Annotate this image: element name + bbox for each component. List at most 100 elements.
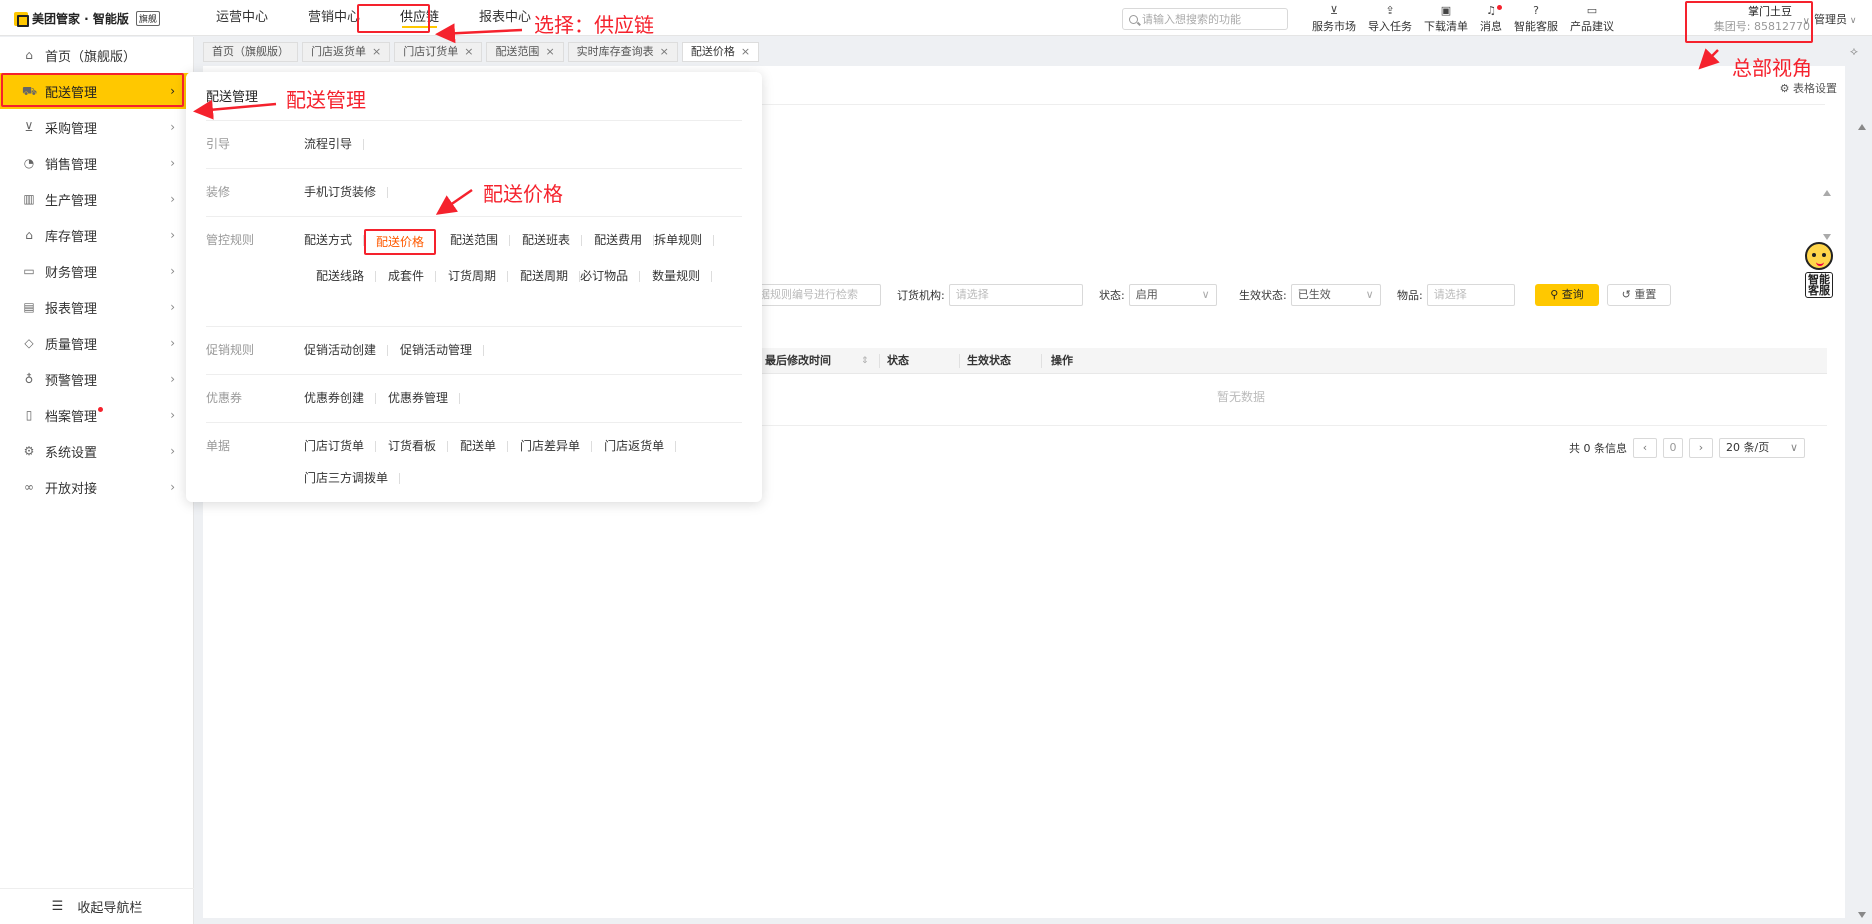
link-delivery-range[interactable]: 配送范围: [438, 229, 511, 255]
user-menu[interactable]: 管理员 ∨: [1814, 11, 1856, 27]
close-icon[interactable]: ×: [545, 43, 554, 61]
link-delivery-note[interactable]: 配送单: [448, 435, 509, 457]
sidebar-item-purchase[interactable]: ⊻ 采购管理 ›: [0, 109, 193, 145]
sidebar-item-sales[interactable]: ◔ 销售管理 ›: [0, 145, 193, 181]
column-effect-status: 生效状态: [967, 354, 1011, 367]
sidebar-item-open-api[interactable]: ∞ 开放对接 ›: [0, 469, 193, 505]
tab-delivery-price[interactable]: 配送价格 ×: [681, 42, 760, 62]
scroll-up-icon[interactable]: [1823, 190, 1831, 196]
link-coupon-create[interactable]: 优惠券创建: [304, 387, 377, 409]
keyword-input[interactable]: 根据规则编号进行检索: [741, 284, 881, 306]
sidebar-item-inventory[interactable]: ⌂ 库存管理 ›: [0, 217, 193, 253]
status-filter-label: 状态:: [1099, 289, 1125, 302]
sidebar-item-production[interactable]: ▥ 生产管理 ›: [0, 181, 193, 217]
page-scroll-up-icon[interactable]: [1858, 124, 1866, 130]
sale-icon: ◔: [23, 156, 35, 170]
function-search-input[interactable]: 请输入想搜索的功能: [1122, 8, 1288, 30]
page-number[interactable]: 0: [1663, 438, 1683, 458]
import-tasks-button[interactable]: ⇪ 导入任务: [1362, 4, 1418, 34]
annotation-box-hq-view: [1685, 1, 1813, 43]
sort-icon[interactable]: ⇕: [861, 348, 869, 374]
tab-delivery-range[interactable]: 配送范围 ×: [486, 42, 564, 62]
chevron-right-icon: ›: [170, 336, 175, 350]
link-store-return[interactable]: 门店返货单: [592, 435, 677, 457]
link-store-transfer[interactable]: 门店三方调拨单: [304, 467, 401, 489]
link-quantity-rules[interactable]: 数量规则: [640, 265, 713, 287]
table-settings-button[interactable]: ⚙ 表格设置: [1780, 80, 1837, 96]
collapse-nav-button[interactable]: ☰ 收起导航栏: [0, 888, 194, 924]
flyout-section-rules: 管控规则 配送方式 配送价格 配送范围 配送班表 配送费用 拆单规则 配送线路 …: [206, 216, 742, 326]
mascot-icon: [1805, 242, 1833, 270]
close-icon[interactable]: ×: [464, 43, 473, 61]
page-size-select[interactable]: 20 条/页 ∨: [1719, 438, 1805, 458]
keyword-filter: 根据规则编号进行检索: [741, 284, 881, 306]
link-delivery-schedule[interactable]: 配送班表: [510, 229, 583, 255]
sidebar-item-home[interactable]: ⌂ 首页（旗舰版）: [0, 37, 193, 73]
top-bar: 美团管家 · 智能版 旗舰 运营中心 营销中心 供应链 报表中心 请输入想搜索的…: [0, 0, 1872, 36]
pin-icon[interactable]: ⟡: [1844, 44, 1864, 62]
sidebar-item-reports[interactable]: ▤ 报表管理 ›: [0, 289, 193, 325]
service-market-button[interactable]: ⊻ 服务市场: [1306, 4, 1362, 34]
link-coupon-manage[interactable]: 优惠券管理: [376, 387, 461, 409]
link-flow-guide[interactable]: 流程引导: [304, 133, 365, 155]
close-icon[interactable]: ×: [660, 43, 669, 61]
tab-store-order[interactable]: 门店订货单 ×: [394, 42, 483, 62]
product-feedback-button[interactable]: ▭ 产品建议: [1564, 4, 1620, 34]
item-select[interactable]: 请选择: [1426, 284, 1515, 306]
effect-status-filter: 生效状态: 已生效 ∨: [1239, 284, 1381, 306]
link-promo-manage[interactable]: 促销活动管理: [388, 339, 485, 361]
smart-support-button[interactable]: ? 智能客服: [1508, 4, 1564, 34]
chevron-down-icon: ∨: [1365, 288, 1374, 301]
brand-name: 美团管家 · 智能版: [32, 12, 129, 26]
tab-realtime-stock[interactable]: 实时库存查询表 ×: [567, 42, 678, 62]
column-divider: [959, 354, 960, 368]
page-scroll-down-icon[interactable]: [1858, 912, 1866, 918]
sidebar-item-quality[interactable]: ◇ 质量管理 ›: [0, 325, 193, 361]
cart-icon: ⊻: [24, 120, 34, 134]
link-mobile-decoration[interactable]: 手机订货装修: [304, 181, 389, 203]
link-store-order[interactable]: 门店订货单: [304, 435, 377, 457]
annotation-delivery-price: 配送价格: [483, 182, 563, 206]
link-required-items[interactable]: 必订物品: [580, 265, 641, 287]
reset-button[interactable]: ↺ 重置: [1607, 284, 1671, 306]
smart-assistant-button[interactable]: 智能客服: [1805, 242, 1833, 310]
link-delivery-cycle[interactable]: 配送周期: [508, 265, 581, 287]
cart-icon: ⊻: [1329, 4, 1339, 17]
close-icon[interactable]: ×: [741, 43, 750, 61]
link-kit[interactable]: 成套件: [376, 265, 437, 287]
sidebar-item-archives[interactable]: ▯ 档案管理 ›: [0, 397, 193, 433]
column-last-modified[interactable]: 最后修改时间: [765, 348, 831, 374]
query-button[interactable]: ⚲ 查询: [1535, 284, 1599, 306]
total-count: 共 0 条信息: [1569, 442, 1627, 455]
sidebar-item-alerts[interactable]: ♁ 预警管理 ›: [0, 361, 193, 397]
org-select[interactable]: 请选择: [948, 284, 1083, 306]
brand-logo[interactable]: 美团管家 · 智能版 旗舰: [14, 10, 160, 27]
link-store-variance[interactable]: 门店差异单: [508, 435, 593, 457]
tab-home[interactable]: 首页（旗舰版）: [203, 42, 298, 62]
org-filter: 订货机构: 请选择: [897, 284, 1083, 306]
wallet-icon: ▭: [23, 264, 35, 278]
link-delivery-fee[interactable]: 配送费用: [582, 229, 655, 255]
tab-store-return[interactable]: 门店返货单 ×: [302, 42, 391, 62]
messages-button[interactable]: ♫ 消息: [1474, 4, 1508, 34]
link-delivery-price[interactable]: 配送价格: [364, 229, 437, 255]
scroll-down-icon[interactable]: [1823, 234, 1831, 240]
download-list-button[interactable]: ▣ 下载清单: [1418, 4, 1474, 34]
sidebar-item-settings[interactable]: ⚙ 系统设置 ›: [0, 433, 193, 469]
top-nav-operations[interactable]: 运营中心: [196, 0, 288, 36]
effect-status-select[interactable]: 已生效 ∨: [1290, 284, 1381, 306]
header-tools: ⊻ 服务市场 ⇪ 导入任务 ▣ 下载清单 ♫ 消息 ? 智能客服 ▭ 产品建议: [1306, 4, 1620, 34]
prev-page-button[interactable]: ‹: [1633, 438, 1657, 458]
link-delivery-route[interactable]: 配送线路: [304, 265, 377, 287]
help-icon: ?: [1533, 4, 1539, 17]
item-filter: 物品: 请选择: [1397, 284, 1515, 306]
link-promo-create[interactable]: 促销活动创建: [304, 339, 389, 361]
link-order-board[interactable]: 订货看板: [376, 435, 449, 457]
sidebar-item-finance[interactable]: ▭ 财务管理 ›: [0, 253, 193, 289]
close-icon[interactable]: ×: [372, 43, 381, 61]
status-select[interactable]: 启用 ∨: [1128, 284, 1217, 306]
link-split-rules[interactable]: 拆单规则: [654, 229, 715, 255]
next-page-button[interactable]: ›: [1689, 438, 1713, 458]
link-delivery-method[interactable]: 配送方式: [304, 229, 365, 255]
link-order-cycle[interactable]: 订货周期: [436, 265, 509, 287]
